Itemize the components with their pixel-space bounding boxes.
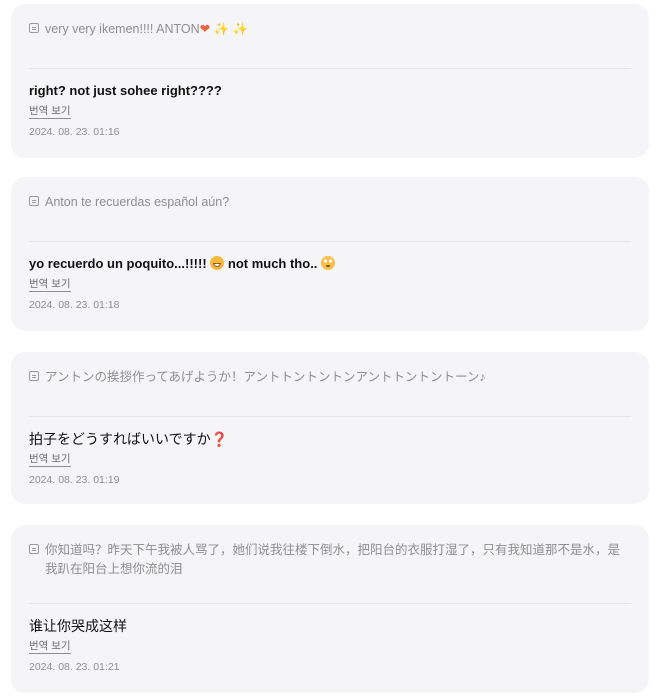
quote-icon: [29, 544, 39, 554]
translate-link[interactable]: 번역 보기: [29, 639, 71, 654]
quoted-text: Anton te recuerdas español aún?: [45, 195, 230, 209]
heart-icon: ❤: [199, 22, 211, 36]
timestamp: 2024. 08. 23. 01:19: [29, 474, 120, 486]
flushed-face-icon: [321, 256, 336, 270]
sparkles-icon: ✨ ✨: [213, 22, 249, 36]
divider: [29, 603, 631, 604]
divider: [29, 68, 631, 69]
timestamp: 2024. 08. 23. 01:16: [29, 126, 120, 138]
reply-text: 谁让你哭成这样: [29, 618, 127, 634]
quoted-message: アントンの挨拶作ってあげようか！アントトントントンアントトントントーン♪: [29, 368, 631, 406]
divider: [29, 241, 631, 242]
quoted-text: アントンの挨拶作ってあげようか！アントトントントンアントトントントーン♪: [45, 370, 486, 384]
comment-card: アントンの挨拶作ってあげようか！アントトントントンアントトントントーン♪ 拍子を…: [11, 352, 649, 504]
quoted-message: 你知道吗？昨天下午我被人骂了，她们说我往楼下倒水，把阳台的衣服打湿了，只有我知道…: [29, 541, 631, 593]
quote-icon: [29, 196, 39, 206]
reply-text: 拍子をどうすればいいですか❓: [29, 431, 229, 447]
translate-link[interactable]: 번역 보기: [29, 104, 71, 119]
timestamp: 2024. 08. 23. 01:21: [29, 661, 120, 673]
quoted-message: Anton te recuerdas español aún?: [29, 193, 631, 231]
comment-card: 你知道吗？昨天下午我被人骂了，她们说我往楼下倒水，把阳台的衣服打湿了，只有我知道…: [11, 525, 649, 693]
reply-text: right? not just sohee right????: [29, 83, 222, 98]
quote-icon: [29, 371, 39, 381]
question-mark-icon: ❓: [210, 431, 229, 447]
quoted-message: very very ikemen!!!! ANTON❤ ✨ ✨: [29, 20, 631, 58]
timestamp: 2024. 08. 23. 01:18: [29, 299, 120, 311]
quoted-text: very very ikemen!!!! ANTON❤ ✨ ✨: [45, 22, 249, 36]
translate-link[interactable]: 번역 보기: [29, 277, 71, 292]
quote-icon: [29, 23, 39, 33]
comment-feed: very very ikemen!!!! ANTON❤ ✨ ✨ right? n…: [0, 0, 661, 699]
translate-link[interactable]: 번역 보기: [29, 452, 71, 467]
comment-card: very very ikemen!!!! ANTON❤ ✨ ✨ right? n…: [11, 4, 649, 158]
quoted-text: 你知道吗？昨天下午我被人骂了，她们说我往楼下倒水，把阳台的衣服打湿了，只有我知道…: [45, 543, 621, 576]
comment-card: Anton te recuerdas español aún? yo recue…: [11, 177, 649, 331]
reply-text: yo recuerdo un poquito...!!!!! not much …: [29, 254, 631, 274]
grinning-face-icon: [210, 256, 225, 270]
divider: [29, 416, 631, 417]
